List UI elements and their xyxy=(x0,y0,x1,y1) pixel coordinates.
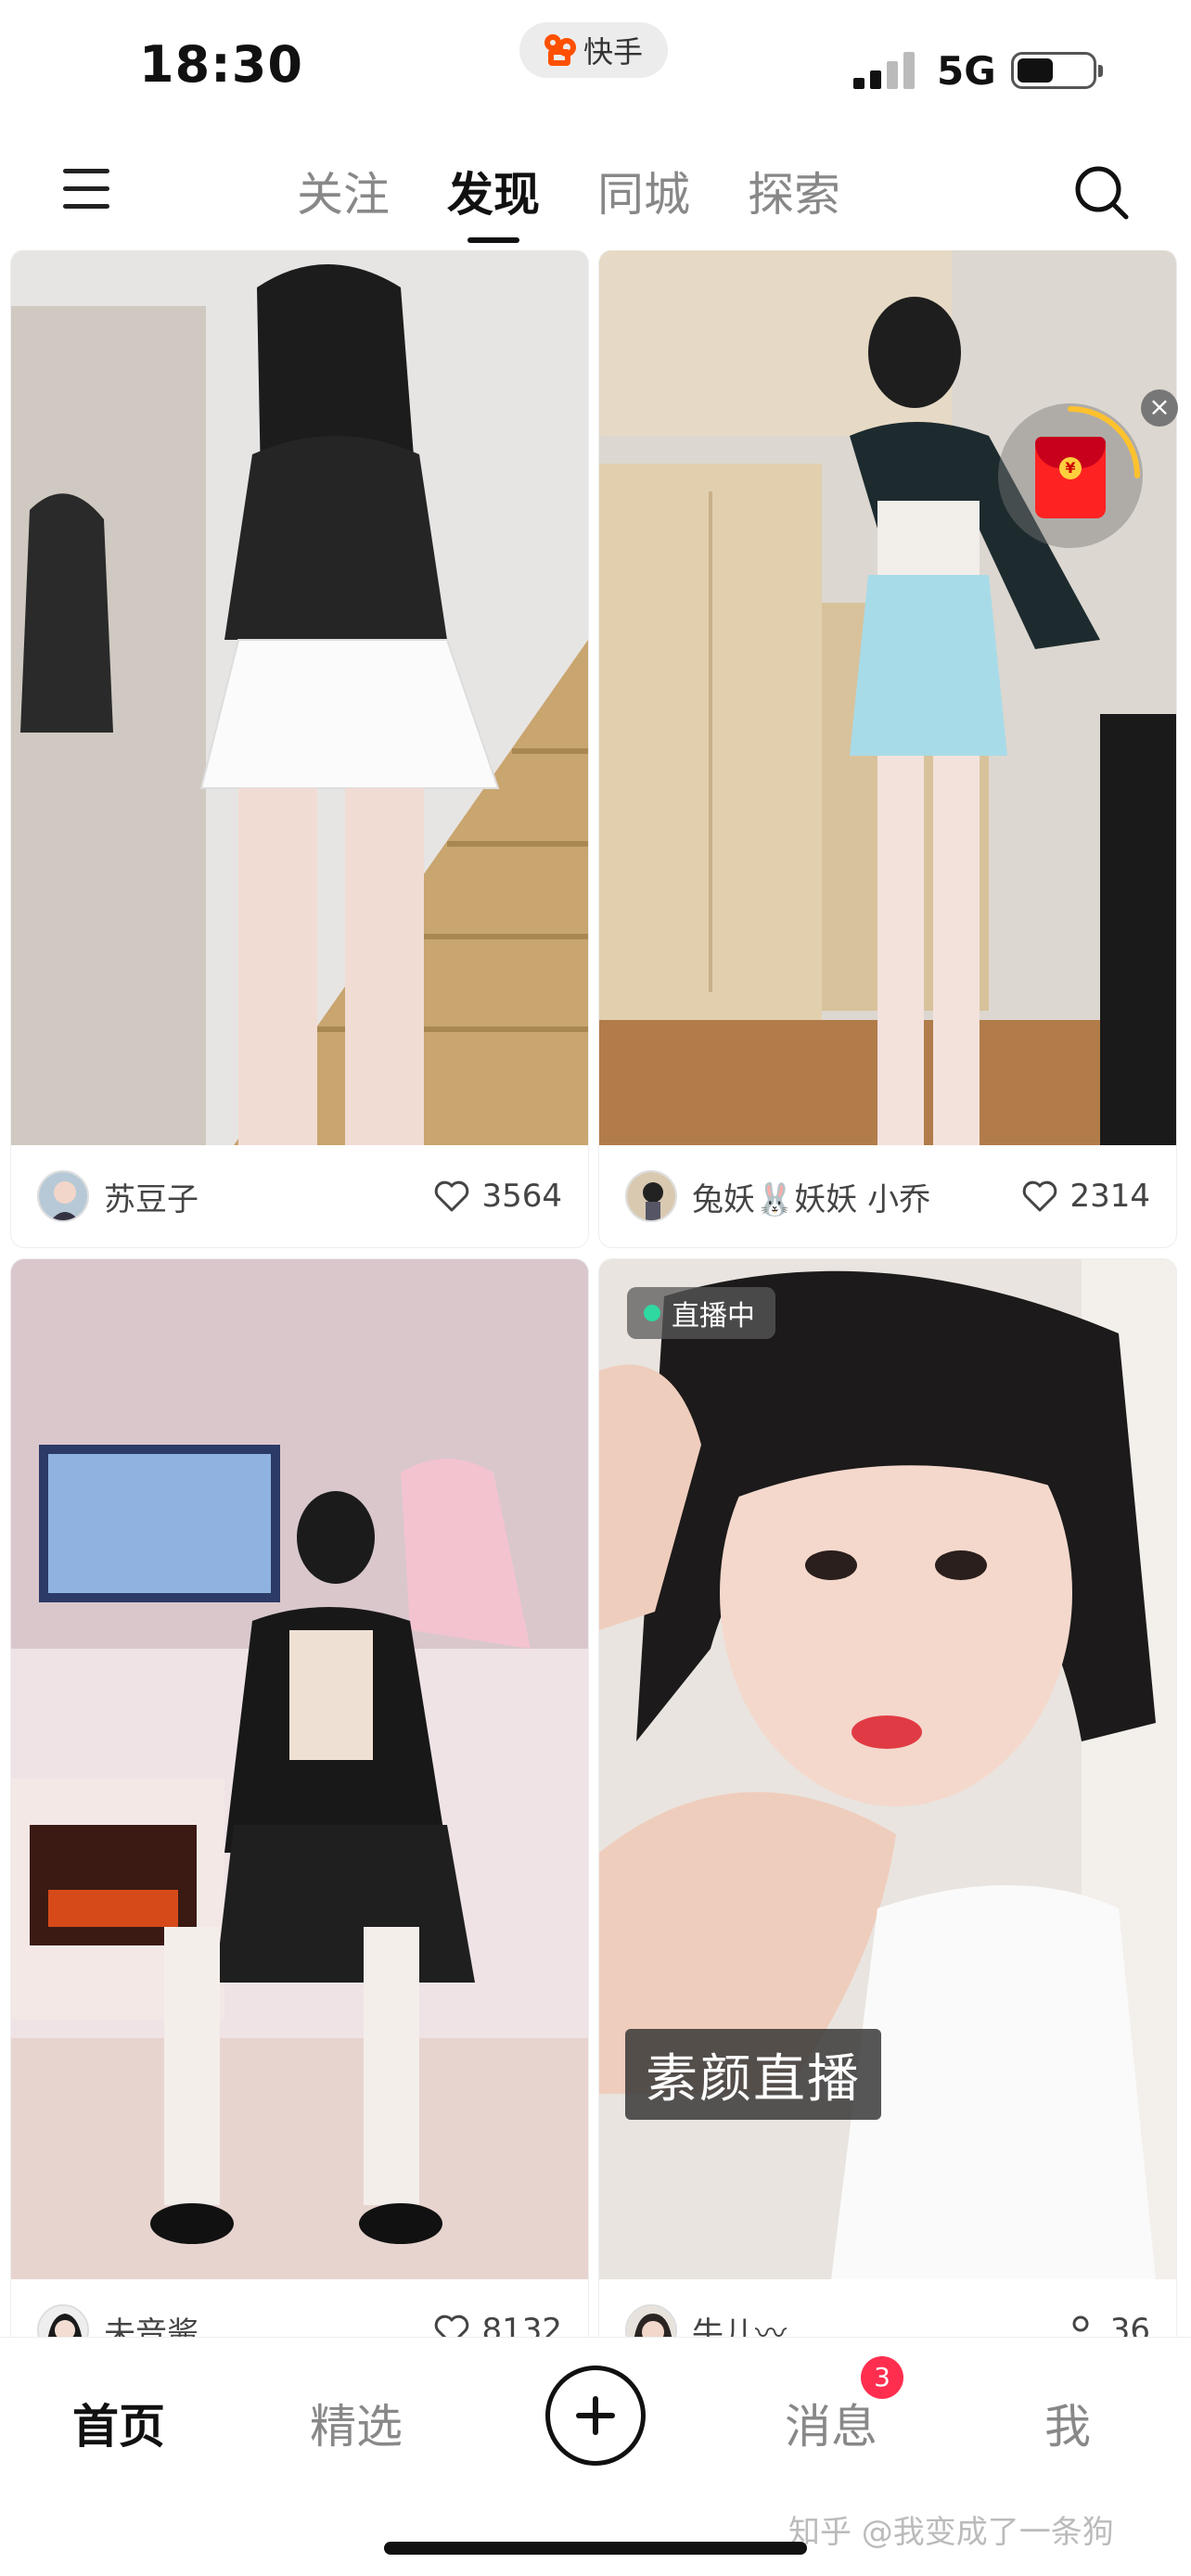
nav-featured[interactable]: 精选 xyxy=(310,2390,403,2456)
avatar[interactable] xyxy=(37,1170,89,1222)
avatar[interactable] xyxy=(625,2304,677,2337)
app-indicator-pill[interactable]: 快手 xyxy=(519,22,668,78)
create-post-button[interactable] xyxy=(545,2366,646,2466)
tab-nearby[interactable]: 同城 xyxy=(597,158,690,243)
like-count-value: 2314 xyxy=(1069,1178,1150,1215)
live-dot-icon xyxy=(644,1305,660,1321)
live-stream-card[interactable]: 直播中 素颜直播 牛儿〰 36 xyxy=(599,1259,1176,2337)
live-caption: 素颜直播 xyxy=(625,2029,881,2120)
nav-me[interactable]: 我 xyxy=(1044,2390,1091,2456)
heart-icon[interactable] xyxy=(1021,1180,1058,1213)
username[interactable]: 牛儿〰 xyxy=(692,2308,1062,2338)
red-packet-float-button[interactable]: ¥ xyxy=(998,403,1143,548)
close-icon[interactable]: × xyxy=(1141,389,1178,427)
video-thumbnail[interactable] xyxy=(11,250,588,1145)
menu-icon[interactable] xyxy=(63,169,109,210)
heart-icon[interactable] xyxy=(433,1180,470,1213)
viewer-count[interactable]: 36 xyxy=(1062,2312,1150,2337)
nav-home[interactable]: 首页 xyxy=(72,2390,165,2456)
cellular-signal-icon xyxy=(853,52,920,89)
card-footer: 兔妖🐰妖妖 小乔 2314 xyxy=(599,1145,1176,1247)
tab-discover[interactable]: 发现 xyxy=(447,158,540,243)
tab-following[interactable]: 关注 xyxy=(297,158,390,243)
home-indicator[interactable] xyxy=(384,2542,807,2555)
clock: 18:30 xyxy=(139,35,303,94)
avatar[interactable] xyxy=(37,2304,89,2337)
username[interactable]: 未音酱 xyxy=(104,2308,433,2338)
like-count[interactable]: 8132 xyxy=(433,2312,562,2337)
live-badge: 直播中 xyxy=(627,1287,775,1339)
username[interactable]: 兔妖🐰妖妖 小乔 xyxy=(692,1174,1021,1219)
avatar[interactable] xyxy=(625,1170,677,1222)
username[interactable]: 苏豆子 xyxy=(104,1174,433,1219)
like-count-value: 3564 xyxy=(481,1178,562,1215)
video-thumbnail[interactable] xyxy=(599,250,1176,1145)
video-thumbnail[interactable] xyxy=(11,1259,588,2279)
network-type: 5G xyxy=(937,48,996,94)
viewer-count-value: 36 xyxy=(1109,2312,1150,2337)
message-badge: 3 xyxy=(861,2356,903,2399)
nav-messages[interactable]: 消息 xyxy=(785,2390,877,2456)
heart-icon[interactable] xyxy=(433,2314,470,2337)
battery-icon xyxy=(1011,52,1103,89)
tab-explore[interactable]: 探索 xyxy=(748,158,840,243)
search-icon[interactable] xyxy=(1072,163,1130,221)
card-footer: 牛儿〰 36 xyxy=(599,2279,1176,2337)
video-card[interactable]: 苏豆子 3564 xyxy=(11,250,588,1247)
person-icon xyxy=(1072,2315,1089,2332)
top-nav: 关注 发现 同城 探索 xyxy=(0,139,1191,250)
video-card[interactable]: 兔妖🐰妖妖 小乔 2314 xyxy=(599,250,1176,1247)
kuaishou-logo-icon xyxy=(544,34,576,66)
bottom-nav: 首页 精选 消息 3 我 知乎 @我变成了一条狗 xyxy=(0,2337,1191,2576)
video-feed[interactable]: 苏豆子 3564 兔妖🐰妖妖 小乔 2314 未音酱 8132 直播中 素颜直播… xyxy=(0,250,1191,2337)
like-count-value: 8132 xyxy=(481,2312,562,2337)
live-stream-thumbnail[interactable] xyxy=(599,1259,1176,2279)
video-card[interactable]: 未音酱 8132 xyxy=(11,1259,588,2337)
watermark: 知乎 @我变成了一条狗 xyxy=(788,2514,1114,2551)
card-footer: 未音酱 8132 xyxy=(11,2279,588,2337)
red-envelope-icon: ¥ xyxy=(1035,437,1106,518)
status-bar: 18:30 快手 5G xyxy=(0,0,1191,139)
app-name: 快手 xyxy=(583,34,643,70)
like-count[interactable]: 2314 xyxy=(1021,1178,1150,1215)
like-count[interactable]: 3564 xyxy=(433,1178,562,1215)
live-badge-label: 直播中 xyxy=(672,1300,755,1333)
card-footer: 苏豆子 3564 xyxy=(11,1145,588,1247)
feed-tabs: 关注 发现 同城 探索 xyxy=(297,158,840,243)
